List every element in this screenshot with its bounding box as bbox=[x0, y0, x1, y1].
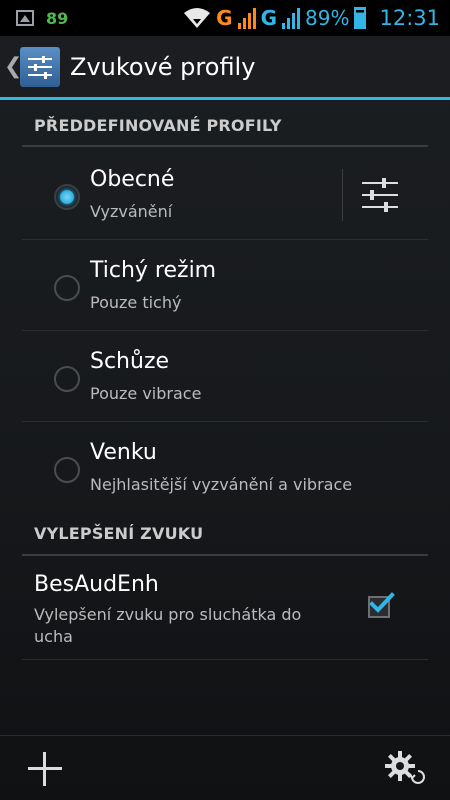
signal-icon-2 bbox=[282, 8, 301, 29]
profile-subtitle: Pouze tichý bbox=[90, 293, 182, 312]
network-type-label: G bbox=[216, 6, 233, 30]
profile-item-venku[interactable]: Venku Nejhlasitější vyzvánění a vibrace bbox=[22, 422, 428, 513]
radio-button[interactable] bbox=[54, 275, 80, 301]
battery-icon bbox=[354, 7, 367, 29]
action-bar: ❮ Zvukové profily bbox=[0, 36, 450, 100]
bottom-action-bar bbox=[0, 735, 450, 800]
checkmark-icon bbox=[369, 592, 395, 613]
divider bbox=[342, 169, 343, 221]
battery-percent: 89% bbox=[305, 6, 350, 30]
notification-count: 89 bbox=[46, 8, 69, 28]
status-bar: 89 G G 89% 12:31 bbox=[0, 0, 450, 36]
wifi-icon bbox=[184, 8, 211, 28]
profile-title: Venku bbox=[90, 440, 157, 465]
profile-title: Obecné bbox=[90, 167, 175, 192]
gear-reset-icon[interactable] bbox=[384, 750, 428, 790]
enhancement-subtitle: Vylepšení zvuku pro sluchátka do ucha bbox=[34, 605, 302, 646]
back-caret-icon: ❮ bbox=[4, 54, 23, 79]
section-header-predefined: PŘEDDEFINOVANÉ PROFILY bbox=[22, 116, 428, 147]
radio-button-selected[interactable] bbox=[54, 184, 80, 210]
profile-title: Tichý režim bbox=[90, 258, 217, 283]
radio-button[interactable] bbox=[54, 366, 80, 392]
profile-item-schuze[interactable]: Schůze Pouze vibrace bbox=[22, 331, 428, 422]
up-navigation[interactable]: ❮ bbox=[0, 35, 60, 99]
enhancement-checkbox[interactable] bbox=[368, 592, 395, 618]
profile-subtitle: Pouze vibrace bbox=[90, 384, 202, 403]
tune-settings-icon[interactable] bbox=[360, 175, 400, 215]
network-type-label-2: G bbox=[260, 6, 278, 30]
profile-item-obecne[interactable]: Obecné Vyzvánění bbox=[22, 149, 428, 240]
profile-item-tichy[interactable]: Tichý režim Pouze tichý bbox=[22, 240, 428, 331]
page-title: Zvukové profily bbox=[70, 52, 256, 81]
add-icon[interactable] bbox=[26, 750, 64, 788]
gallery-icon bbox=[16, 10, 34, 26]
radio-button[interactable] bbox=[54, 457, 80, 483]
profile-title: Schůze bbox=[90, 349, 170, 374]
equalizer-icon bbox=[20, 46, 60, 87]
signal-icon bbox=[237, 8, 256, 29]
profile-subtitle: Nejhlasitější vyzvánění a vibrace bbox=[90, 475, 353, 494]
section-header-enhancement: VYLEPŠENÍ ZVUKU bbox=[22, 524, 428, 556]
sound-enhancement-item[interactable]: BesAudEnh Vylepšení zvuku pro sluchátka … bbox=[22, 558, 428, 660]
enhancement-title: BesAudEnh bbox=[34, 572, 159, 597]
profile-subtitle: Vyzvánění bbox=[90, 202, 173, 221]
clock: 12:31 bbox=[379, 6, 440, 30]
